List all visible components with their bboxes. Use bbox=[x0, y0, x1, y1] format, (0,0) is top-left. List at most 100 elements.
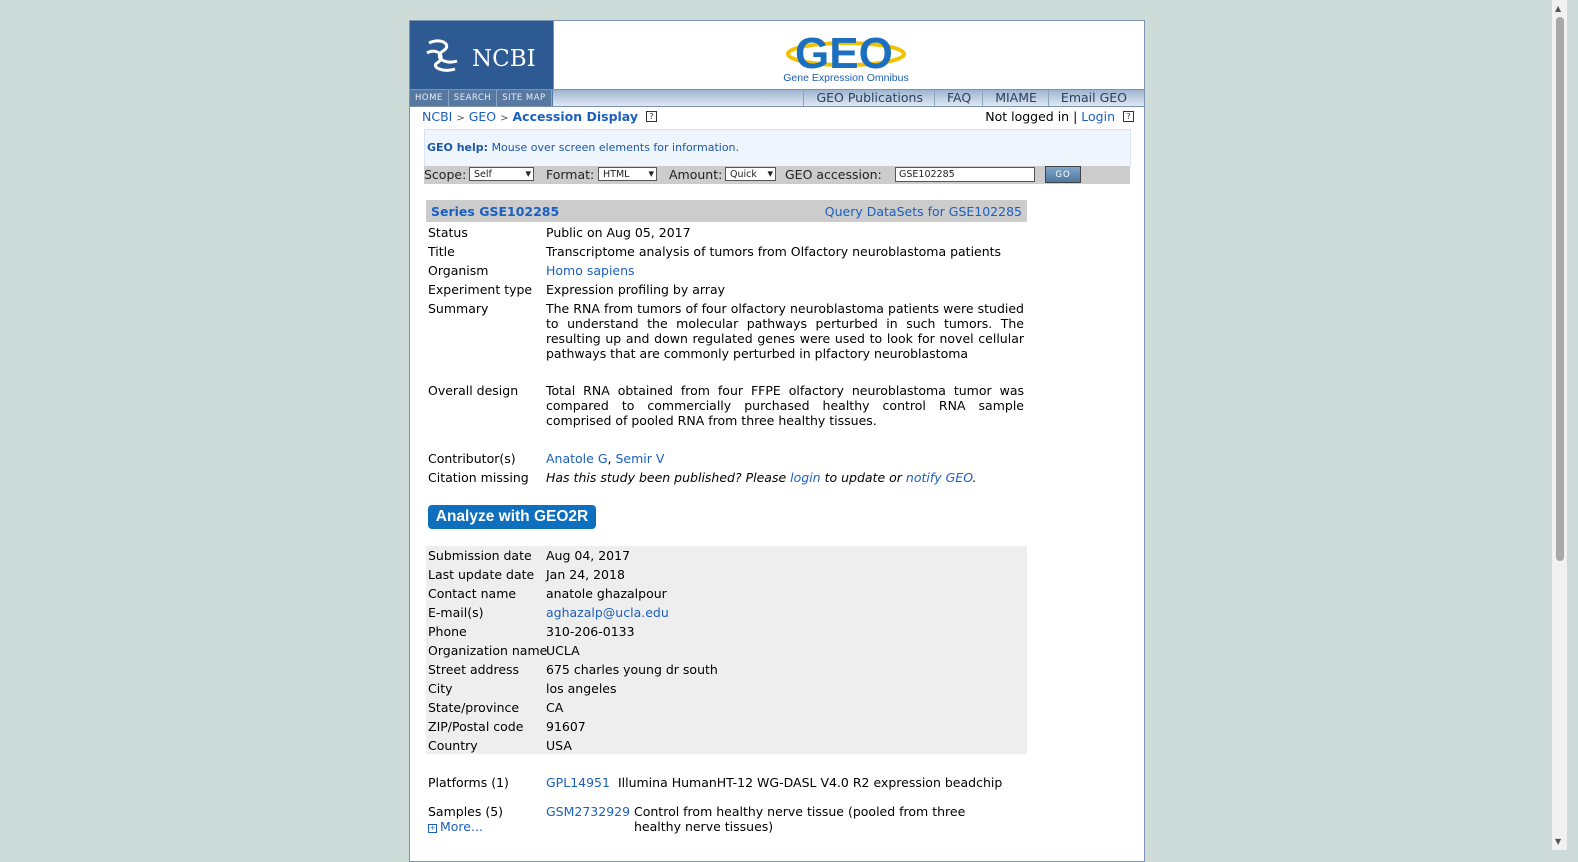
field-label: State/province bbox=[428, 700, 520, 715]
field-label: E-mail(s) bbox=[428, 605, 484, 620]
field-value: 675 charles young dr south bbox=[546, 662, 718, 677]
field-value: USA bbox=[546, 738, 572, 753]
field-label: Overall design bbox=[428, 383, 519, 398]
accession-input[interactable]: GSE102285 bbox=[895, 167, 1035, 182]
scroll-up-icon[interactable]: ▲ bbox=[1555, 4, 1561, 13]
contributor-sep: , bbox=[607, 451, 612, 466]
query-datasets-link[interactable]: Query DataSets for GSE102285 bbox=[825, 204, 1022, 219]
platform-link[interactable]: GPL14951 bbox=[546, 775, 610, 790]
amount-select[interactable]: Quick bbox=[725, 167, 776, 181]
field-label: Street address bbox=[428, 662, 520, 677]
nav-geo-publications[interactable]: GEO Publications bbox=[803, 90, 934, 106]
field-label: Last update date bbox=[428, 567, 535, 582]
field-label: Submission date bbox=[428, 548, 532, 563]
accession-label: GEO accession: bbox=[785, 167, 882, 182]
field-label: Phone bbox=[428, 624, 467, 639]
sample-desc: Control from healthy nerve tissue (poole… bbox=[634, 804, 966, 834]
field-value: Jan 24, 2018 bbox=[546, 567, 625, 582]
series-header: Series GSE102285 Query DataSets for GSE1… bbox=[426, 200, 1027, 222]
breadcrumb-current: Accession Display bbox=[512, 109, 639, 124]
field-label: Contact name bbox=[428, 586, 517, 601]
geo-logo-text: GEO bbox=[795, 29, 893, 78]
scroll-down-icon[interactable]: ▼ bbox=[1555, 837, 1561, 846]
breadcrumb-geo[interactable]: GEO bbox=[469, 109, 496, 124]
field-label: Title bbox=[428, 244, 455, 259]
samples-more-text: More... bbox=[440, 819, 483, 834]
contributor-link[interactable]: Semir V bbox=[615, 451, 664, 466]
nav-miame[interactable]: MIAME bbox=[982, 90, 1048, 106]
ncbi-helix-icon bbox=[426, 39, 458, 72]
nav-email-geo[interactable]: Email GEO bbox=[1047, 90, 1138, 106]
login-help-icon[interactable]: ? bbox=[1123, 111, 1134, 122]
field-label: Contributor(s) bbox=[428, 451, 516, 466]
citation-text: to update or bbox=[824, 470, 902, 485]
top-nav: HOME SEARCH SITE MAP GEO Publications FA… bbox=[410, 89, 1144, 107]
field-label: Experiment type bbox=[428, 282, 533, 297]
scope-select[interactable]: Self bbox=[469, 167, 534, 181]
nav-home[interactable]: HOME bbox=[410, 90, 449, 106]
field-label: Summary bbox=[428, 301, 489, 316]
breadcrumb-sep: > bbox=[456, 113, 465, 124]
field-value: 91607 bbox=[546, 719, 586, 734]
geo-subtitle: Gene Expression Omnibus bbox=[783, 72, 909, 84]
field-value: The RNA from tumors of four olfactory ne… bbox=[546, 301, 1024, 361]
scrollbar-thumb[interactable] bbox=[1556, 17, 1564, 561]
field-value: Public on Aug 05, 2017 bbox=[546, 225, 691, 240]
field-value: Expression profiling by array bbox=[546, 282, 726, 297]
geo-page: NCBI GEO Gene Expression Omnibus HOME SE… bbox=[409, 20, 1145, 862]
series-title[interactable]: Series GSE102285 bbox=[431, 204, 559, 219]
go-button[interactable]: GO bbox=[1045, 166, 1081, 183]
nav-search[interactable]: SEARCH bbox=[449, 90, 498, 106]
field-label: Platforms (1) bbox=[428, 775, 509, 790]
citation-text: . bbox=[972, 470, 977, 485]
nav-site-map[interactable]: SITE MAP bbox=[497, 90, 552, 106]
scope-label: Scope: bbox=[424, 167, 467, 182]
organism-link[interactable]: Homo sapiens bbox=[546, 263, 1024, 278]
field-value: anatole ghazalpour bbox=[546, 586, 667, 601]
field-label: ZIP/Postal code bbox=[428, 719, 524, 734]
format-select[interactable]: HTML bbox=[598, 167, 657, 181]
field-label: Organization name bbox=[428, 643, 548, 658]
login-link[interactable]: Login bbox=[1081, 109, 1115, 124]
vertical-scrollbar[interactable]: ▲ ▼ bbox=[1552, 0, 1567, 850]
field-label: Status bbox=[428, 225, 468, 240]
help-text: Mouse over screen elements for informati… bbox=[491, 141, 740, 154]
nav-faq[interactable]: FAQ bbox=[933, 90, 982, 106]
geo-help-box: GEO help: Mouse over screen elements for… bbox=[424, 129, 1131, 167]
login-status: Not logged in bbox=[985, 109, 1070, 124]
help-label: GEO help: bbox=[427, 141, 489, 154]
field-label: Organism bbox=[428, 263, 489, 278]
field-value: Aug 04, 2017 bbox=[546, 548, 631, 563]
ncbi-nav: HOME SEARCH SITE MAP bbox=[410, 90, 553, 106]
notify-geo-link[interactable]: notify GEO bbox=[906, 470, 973, 485]
sample-link[interactable]: GSM2732929 bbox=[546, 804, 630, 819]
field-value: CA bbox=[546, 700, 564, 715]
ncbi-logo[interactable]: NCBI bbox=[410, 21, 554, 89]
email-link[interactable]: aghazalp@ucla.edu bbox=[546, 605, 1024, 620]
breadcrumb-sep: > bbox=[500, 113, 509, 124]
field-value: Total RNA obtained from four FFPE olfact… bbox=[546, 383, 1024, 428]
help-icon[interactable]: ? bbox=[646, 111, 657, 122]
breadcrumb: NCBI > GEO > Accession Display ? bbox=[422, 109, 657, 124]
query-toolbar: Scope: Self Format: HTML Amount: Quick G… bbox=[424, 166, 1130, 184]
contributor-link[interactable]: Anatole G bbox=[546, 451, 608, 466]
login-area: Not logged in | Login ? bbox=[985, 109, 1134, 124]
login-sep: | bbox=[1073, 109, 1078, 124]
breadcrumb-ncbi[interactable]: NCBI bbox=[422, 109, 452, 124]
field-value: Transcriptome analysis of tumors from Ol… bbox=[546, 244, 1002, 259]
field-label: Citation missing bbox=[428, 470, 529, 485]
platform-desc: Illumina HumanHT-12 WG-DASL V4.0 R2 expr… bbox=[617, 775, 1003, 790]
field-label: Country bbox=[428, 738, 478, 753]
citation-text: Has this study been published? Please bbox=[546, 470, 787, 485]
geo-nav: GEO Publications FAQ MIAME Email GEO bbox=[803, 90, 1138, 106]
amount-label: Amount: bbox=[669, 167, 723, 182]
field-value: los angeles bbox=[546, 681, 617, 696]
samples-more-link[interactable]: + More... bbox=[428, 819, 483, 834]
analyze-geo2r-button[interactable]: Analyze with GEO2R bbox=[428, 505, 596, 529]
field-value: 310-206-0133 bbox=[546, 624, 635, 639]
expand-icon: + bbox=[428, 824, 437, 833]
ncbi-logo-text: NCBI bbox=[472, 46, 536, 72]
citation-login-link[interactable]: login bbox=[790, 470, 820, 485]
field-value: UCLA bbox=[546, 643, 580, 658]
field-label: City bbox=[428, 681, 453, 696]
